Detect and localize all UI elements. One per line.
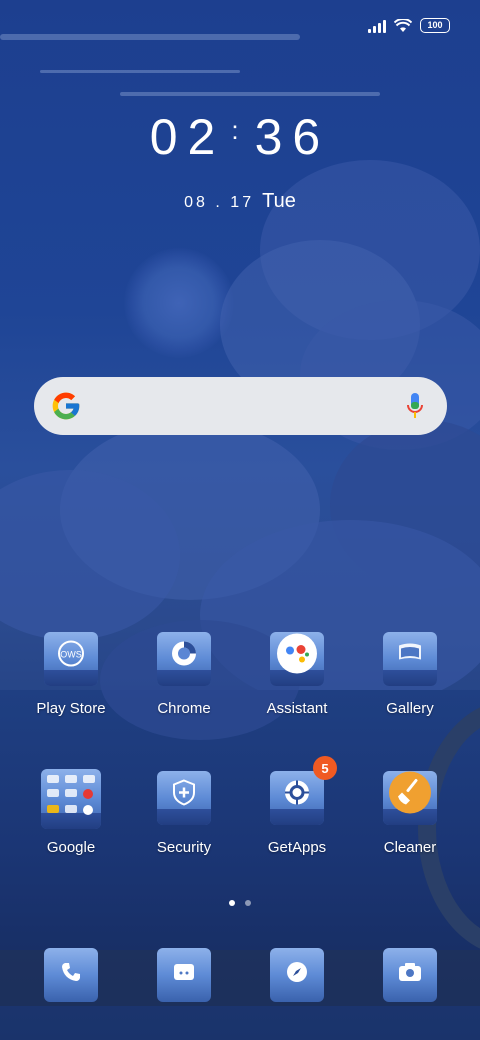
app-label: Security [156,839,212,856]
play-store-icon: OWS [58,640,84,667]
app-label: Assistant [266,700,328,717]
app-cleaner[interactable]: Cleaner [362,771,458,856]
app-chrome[interactable]: Chrome [136,632,232,717]
weekday-text: Tue [262,190,296,212]
app-label: Cleaner [383,839,437,856]
battery-icon: 100 [420,18,450,33]
security-icon [173,779,195,806]
page-dot-active[interactable] [229,900,235,906]
clock-minutes: 36 [254,109,331,165]
app-label: Chrome [157,700,211,717]
app-assistant[interactable]: Assistant [249,632,345,717]
clock-widget[interactable]: 02:36 [0,108,480,166]
dock-phone[interactable] [44,948,98,1002]
wifi-icon [394,18,412,32]
dock-camera[interactable] [383,948,437,1002]
app-getapps[interactable]: 5 GetApps [249,756,345,856]
page-dot[interactable] [245,900,251,906]
messages-icon [174,963,194,980]
browser-icon [287,961,307,982]
assistant-icon [277,633,317,674]
getapps-icon [285,780,309,805]
app-label: GetApps [267,839,327,856]
signal-icon [368,19,386,33]
app-label: Play Store [36,700,106,717]
app-google-folder[interactable]: Google [23,769,119,856]
date-widget[interactable]: 08 . 17 Tue [0,190,480,213]
gallery-icon [399,643,421,660]
app-label: Google [46,839,96,856]
page-indicator [0,900,480,906]
notification-badge: 5 [313,756,337,780]
dock-browser[interactable] [270,948,324,1002]
clock-hours: 02 [149,109,226,165]
dock-messages[interactable] [157,948,211,1002]
svg-text:OWS: OWS [60,649,82,659]
cleaner-icon [389,771,431,814]
google-folder-icon [47,775,95,816]
chrome-icon [172,641,196,666]
battery-level: 100 [427,20,443,30]
app-label: Gallery [386,700,434,717]
mic-icon[interactable] [405,392,425,422]
status-bar: 100 [368,18,450,33]
google-logo-icon [52,392,80,420]
app-gallery[interactable]: Gallery [362,632,458,717]
phone-icon [62,962,80,981]
app-play-store[interactable]: OWS Play Store [23,632,119,717]
camera-icon [399,962,421,981]
app-security[interactable]: Security [136,771,232,856]
google-search-bar[interactable] [34,377,447,435]
date-text: 08 . 17 [184,194,255,211]
